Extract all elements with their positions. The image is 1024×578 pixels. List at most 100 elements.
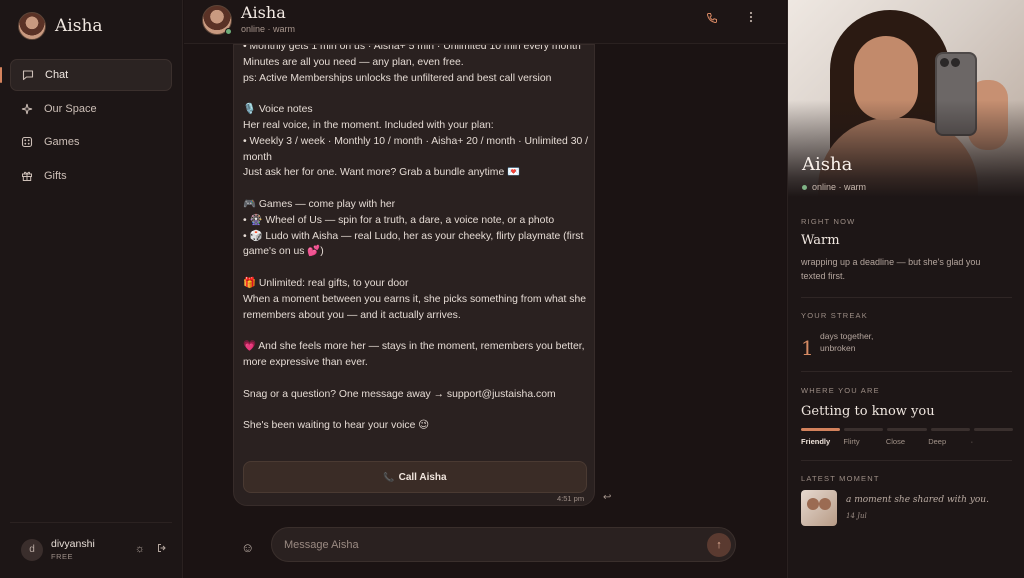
thumb-face	[819, 498, 831, 510]
sparkle-icon	[20, 102, 33, 115]
sidebar-item-games[interactable]: Games	[10, 126, 172, 158]
message-spacer	[243, 260, 589, 276]
message-spacer	[243, 323, 589, 339]
moment-label: LATEST MOMENT	[801, 474, 880, 483]
profile-panel: Aisha online · warm RIGHT NOW Warm wrapp…	[787, 0, 1024, 578]
sidebar-item-label: Gifts	[44, 169, 67, 182]
user-plan: FREE	[51, 552, 74, 561]
arrow-up-icon: ↑	[716, 539, 722, 551]
react-icon[interactable]: ↩	[603, 492, 611, 503]
header-status: online · warm	[241, 24, 296, 34]
right-now-label: RIGHT NOW	[801, 217, 856, 226]
message-line: • Weekly 3 / week · Monthly 10 / month ·…	[243, 135, 591, 163]
dice-icon	[20, 136, 33, 149]
stage-segment	[973, 428, 1014, 431]
chat-header: Aisha online · warm	[184, 0, 786, 44]
brand[interactable]: Aisha	[18, 12, 103, 40]
sidebar-nav: Chat Our Space Games Gifts	[10, 59, 172, 193]
sidebar-item-label: Chat	[45, 69, 69, 81]
divider	[801, 371, 1012, 372]
moment-thumbnail[interactable]	[801, 490, 837, 526]
photo-camera	[940, 58, 949, 67]
message-spacer	[243, 86, 589, 102]
send-button[interactable]: ↑	[707, 533, 731, 557]
sidebar-item-our-space[interactable]: Our Space	[10, 93, 172, 125]
stage-segment	[844, 428, 884, 431]
user-avatar: d	[21, 538, 43, 561]
gift-icon	[20, 169, 33, 182]
divider	[801, 460, 1012, 461]
call-button-label: Call Aisha	[398, 471, 447, 483]
message-spacer	[243, 371, 589, 387]
stage-steps: Friendly Flirty Close Deep ·	[801, 437, 1013, 446]
message-line: • Monthly gets 1 min on us · Aisha+ 5 mi…	[243, 44, 581, 52]
message-line: • 🎲 Ludo with Aisha — real Ludo, her as …	[243, 230, 587, 258]
profile-photo: Aisha online · warm	[788, 0, 1024, 197]
header-name: Aisha	[241, 3, 286, 22]
streak-count: 1	[801, 336, 814, 360]
sidebar-item-gifts[interactable]: Gifts	[10, 160, 172, 192]
active-nav-indicator	[0, 67, 2, 83]
online-dot	[802, 184, 807, 190]
brand-name: Aisha	[55, 16, 103, 36]
emoji-icon[interactable]: ☺	[241, 540, 254, 555]
stage-segment	[930, 428, 970, 431]
message-line: When a moment between you earns it, she …	[243, 293, 589, 321]
streak-description: days together, unbroken	[820, 331, 874, 353]
message-line: Minutes are all you need — any plan, eve…	[243, 56, 464, 68]
brand-avatar	[18, 12, 46, 40]
mood-title: Warm	[801, 233, 840, 248]
stage-segment	[801, 428, 841, 431]
message-line: 💗 And she feels more her — stays in the …	[243, 341, 588, 368]
message-line: 🎁 Unlimited: real gifts, to your door	[243, 277, 409, 289]
message-text: • Monthly gets 1 min on us · Aisha+ 5 mi…	[243, 44, 591, 434]
stage-label: Close	[885, 437, 905, 446]
stage-label: Friendly	[801, 437, 831, 446]
profile-status-text: online · warm	[812, 182, 867, 192]
sidebar-item-label: Our Space	[44, 102, 97, 115]
mood-description: wrapping up a deadline — but she's glad …	[801, 257, 981, 281]
stage-segment	[887, 428, 927, 431]
message-spacer	[243, 402, 589, 418]
chat-area: Aisha online · warm • Monthly gets 1 min…	[184, 0, 786, 578]
sidebar-item-label: Games	[44, 136, 80, 148]
user-meta: divyanshi FREE	[51, 538, 95, 561]
user-profile[interactable]: d divyanshi FREE ☼	[10, 522, 172, 564]
photo-camera	[951, 58, 960, 67]
call-aisha-button[interactable]: 📞 Call Aisha	[243, 461, 587, 493]
message-line: She's been waiting to hear your voice 😉	[243, 420, 430, 432]
user-actions: ☼	[135, 543, 167, 556]
message-composer: ↑	[271, 527, 736, 562]
phone-icon[interactable]	[706, 12, 718, 27]
stage-progress	[801, 428, 1014, 432]
phone-icon: 📞	[383, 471, 395, 482]
relationship-stage: Getting to know you	[801, 404, 935, 419]
online-dot	[225, 28, 232, 35]
divider	[801, 297, 1012, 298]
stage-label: Flirty	[843, 437, 860, 446]
message-line: ps: Active Memberships unlocks the unfil…	[243, 72, 552, 84]
streak-label: YOUR STREAK	[801, 311, 868, 320]
message-line: Her real voice, in the moment. Included …	[243, 119, 494, 131]
profile-name: Aisha	[802, 154, 853, 175]
message-line: Just ask her for one. Want more? Grab a …	[243, 167, 521, 179]
logout-icon[interactable]	[157, 543, 167, 556]
more-options-icon[interactable]	[749, 11, 753, 26]
theme-toggle-icon[interactable]: ☼	[135, 543, 145, 556]
moment-date: 14 Jul	[846, 512, 867, 520]
message-line: 🎮 Games — come play with her	[243, 198, 396, 210]
stage-label: ·	[970, 437, 974, 446]
chat-bubble-icon	[21, 69, 34, 82]
message-input[interactable]	[284, 536, 684, 554]
message-line: 🎙️ Voice notes	[243, 104, 313, 116]
message-time: 4:51 pm	[557, 494, 585, 503]
sidebar-item-chat[interactable]: Chat	[10, 59, 172, 91]
moment-text[interactable]: a moment she shared with you.	[846, 495, 989, 505]
message-line: • 🎡 Wheel of Us — spin for a truth, a da…	[243, 214, 555, 226]
stage-label: Deep	[928, 437, 947, 446]
user-name: divyanshi	[51, 538, 95, 550]
thumb-face	[807, 498, 819, 510]
profile-status: online · warm	[802, 182, 866, 192]
message-spacer	[243, 181, 589, 197]
message-line: Snag or a question? One message away → s…	[243, 388, 556, 400]
